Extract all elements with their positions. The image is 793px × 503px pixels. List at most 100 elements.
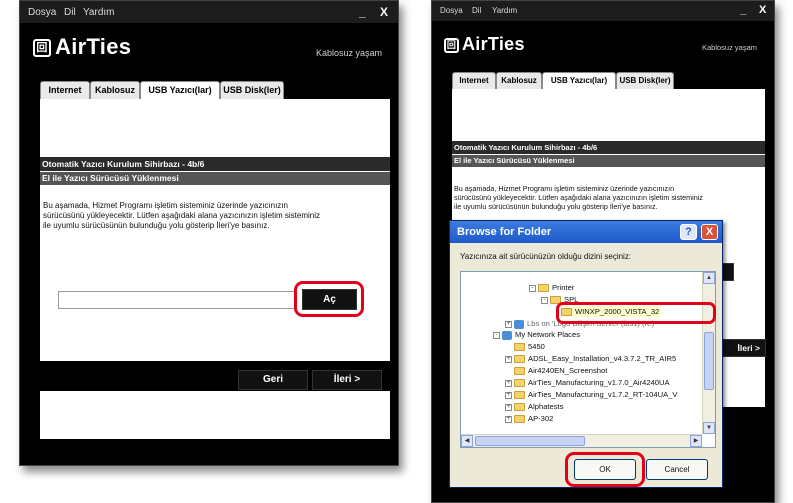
- airties-logo: 回 AirTies: [33, 34, 131, 60]
- folder-icon: [538, 284, 549, 292]
- expand-icon[interactable]: +: [505, 320, 512, 328]
- tree-item[interactable]: - My Network Places: [493, 329, 580, 340]
- menu-file[interactable]: Dosya: [28, 7, 56, 18]
- minimize-button[interactable]: _: [359, 5, 366, 19]
- close-button[interactable]: X: [380, 5, 388, 19]
- expand-icon[interactable]: +: [505, 391, 512, 399]
- tab-wireless[interactable]: Kablosuz: [496, 72, 542, 89]
- tree-item-label: ADSL_Easy_Installation_v4.3.7.2_TR_AIR5: [528, 354, 677, 363]
- tree-item[interactable]: + AirTies_Manufacturing_v1.7.2_RT-104UA_V: [505, 389, 677, 400]
- tab-internet[interactable]: Internet: [40, 81, 90, 99]
- description-line: ile uyumlu sürücüsünün bulunduğu yolu gö…: [43, 221, 270, 230]
- folder-tree[interactable]: - Printer - SPL WINXP_2000_VISTA_32 + Lbs o…: [460, 271, 716, 448]
- dialog-prompt: Yazıcınıza ait sürücünüzün olduğu dizini…: [460, 252, 632, 261]
- description-line: Bu aşamada, Hizmet Programı işletim sist…: [454, 184, 675, 193]
- airties-logo-icon: 回: [33, 39, 51, 57]
- tree-item[interactable]: + AirTies_Manufacturing_v1.7.0_Air4240UA: [505, 377, 670, 388]
- scroll-right-icon[interactable]: ▶: [690, 435, 702, 447]
- airties-logo: 回 AirTies: [444, 34, 525, 55]
- cancel-button[interactable]: Cancel: [646, 459, 708, 480]
- folder-icon: [514, 415, 525, 423]
- tree-item-label: AirTies_Manufacturing_v1.7.0_Air4240UA: [528, 378, 670, 387]
- tab-usb-printers[interactable]: USB Yazıcı(lar): [542, 72, 616, 90]
- tree-item[interactable]: + ADSL_Easy_Installation_v4.3.7.2_TR_AIR5: [505, 353, 676, 364]
- tree-item-label: Air4240EN_Screenshot: [528, 366, 608, 375]
- menu-file[interactable]: Dosya: [440, 6, 463, 15]
- next-button[interactable]: İleri >: [718, 339, 766, 357]
- scroll-up-icon[interactable]: ▲: [703, 272, 715, 284]
- expand-icon[interactable]: +: [505, 355, 512, 363]
- tree-item[interactable]: + Alphatests: [505, 401, 563, 412]
- tree-item[interactable]: Air4240EN_Screenshot: [514, 365, 607, 376]
- tab-strip: Internet Kablosuz USB Yazıcı(lar) USB Di…: [452, 72, 772, 90]
- dialog-close-button[interactable]: X: [701, 224, 718, 240]
- button-bar: Geri İleri >: [40, 361, 390, 391]
- scroll-left-icon[interactable]: ◀: [461, 435, 473, 447]
- network-drive-icon: [514, 319, 524, 329]
- ok-highlight-ring: [565, 452, 645, 487]
- menu-bar: Dosya Dil Yardım _ X: [432, 1, 774, 21]
- collapse-icon[interactable]: -: [529, 284, 536, 292]
- scroll-thumb[interactable]: [704, 332, 714, 390]
- scroll-thumb[interactable]: [475, 436, 585, 446]
- step-title: El ile Yazıcı Sürücüsü Yüklenmesi: [40, 172, 390, 185]
- screenshot-stage: Dosya Dil Yardım _ X 回 AirTies Kablosuz y…: [0, 0, 793, 503]
- menu-help[interactable]: Yardım: [492, 6, 517, 15]
- scroll-down-icon[interactable]: ▼: [703, 422, 715, 434]
- selection-highlight-ring: [556, 302, 716, 324]
- minimize-button[interactable]: _: [740, 4, 746, 16]
- collapse-icon[interactable]: -: [493, 331, 500, 339]
- tab-strip: Internet Kablosuz USB Yazıcı(lar) USB Di…: [40, 81, 390, 100]
- horizontal-scrollbar[interactable]: ◀ ▶: [461, 434, 702, 447]
- folder-icon: [514, 367, 525, 375]
- menu-language[interactable]: Dil: [64, 7, 76, 18]
- brand-name: AirTies: [55, 34, 132, 59]
- menu-language[interactable]: Dil: [472, 6, 481, 15]
- description-text: Bu aşamada, Hizmet Programı işletim sist…: [454, 184, 703, 211]
- expand-icon[interactable]: +: [505, 403, 512, 411]
- browse-for-folder-dialog: Browse for Folder ? X Yazıcınıza ait sür…: [449, 220, 723, 488]
- brand-tagline: Kablosuz yaşam: [702, 43, 758, 52]
- folder-icon: [514, 343, 525, 351]
- tab-usb-disks[interactable]: USB Disk(ler): [616, 72, 674, 89]
- description-line: Bu aşamada, Hizmet Programı işletim sist…: [43, 201, 288, 210]
- menu-bar: Dosya Dil Yardım _ X: [20, 1, 398, 23]
- help-button[interactable]: ?: [680, 224, 697, 240]
- airties-window-left: Dosya Dil Yardım _ X 回 AirTies Kablosuz y…: [19, 0, 399, 466]
- folder-icon: [514, 355, 525, 363]
- driver-path-input[interactable]: [58, 291, 295, 309]
- brand-bar: 回 AirTies Kablosuz yaşam: [432, 21, 774, 69]
- close-button[interactable]: X: [759, 4, 766, 16]
- wizard-title: Otomatik Yazıcı Kurulum Sihirbazı - 4b/6: [40, 157, 390, 171]
- tree-item-label: AirTies_Manufacturing_v1.7.2_RT-104UA_V: [528, 390, 678, 399]
- description-text: Bu aşamada, Hizmet Programı işletim sist…: [43, 201, 320, 231]
- collapse-icon[interactable]: -: [541, 296, 548, 304]
- dialog-title-bar: Browse for Folder ? X: [450, 221, 722, 243]
- menu-help[interactable]: Yardım: [83, 7, 115, 18]
- open-button[interactable]: Aç: [302, 289, 357, 310]
- wizard-title: Otomatik Yazıcı Kurulum Sihirbazı - 4b/6: [452, 141, 765, 154]
- airties-logo-icon: 回: [444, 38, 459, 53]
- tree-item[interactable]: 5450: [514, 341, 545, 352]
- brand-name: AirTies: [462, 34, 525, 54]
- folder-icon: [514, 391, 525, 399]
- tab-usb-disks[interactable]: USB Disk(ler): [220, 81, 284, 99]
- brand-tagline: Kablosuz yaşam: [316, 48, 383, 58]
- tree-item[interactable]: + AP-302: [505, 413, 553, 424]
- brand-bar: 回 AirTies Kablosuz yaşam: [20, 23, 398, 73]
- tree-item-label: 5450: [528, 342, 545, 351]
- tree-item[interactable]: - Printer: [529, 282, 574, 293]
- step-title: El ile Yazıcı Sürücüsü Yüklenmesi: [452, 155, 765, 167]
- expand-icon[interactable]: +: [505, 415, 512, 423]
- tree-item-label: Alphatests: [528, 402, 564, 411]
- tab-usb-printers[interactable]: USB Yazıcı(lar): [140, 81, 220, 100]
- next-button[interactable]: İleri >: [312, 370, 382, 390]
- tree-item-label: My Network Places: [515, 330, 580, 339]
- back-button[interactable]: Geri: [238, 370, 308, 390]
- tree-item-label: AP-302: [528, 414, 554, 423]
- vertical-scrollbar[interactable]: ▲ ▼: [702, 272, 715, 434]
- tab-wireless[interactable]: Kablosuz: [90, 81, 140, 99]
- description-line: ile uyumlu sürücüsünün bulunduğu yolu gö…: [454, 202, 658, 211]
- tab-internet[interactable]: Internet: [452, 72, 496, 89]
- expand-icon[interactable]: +: [505, 379, 512, 387]
